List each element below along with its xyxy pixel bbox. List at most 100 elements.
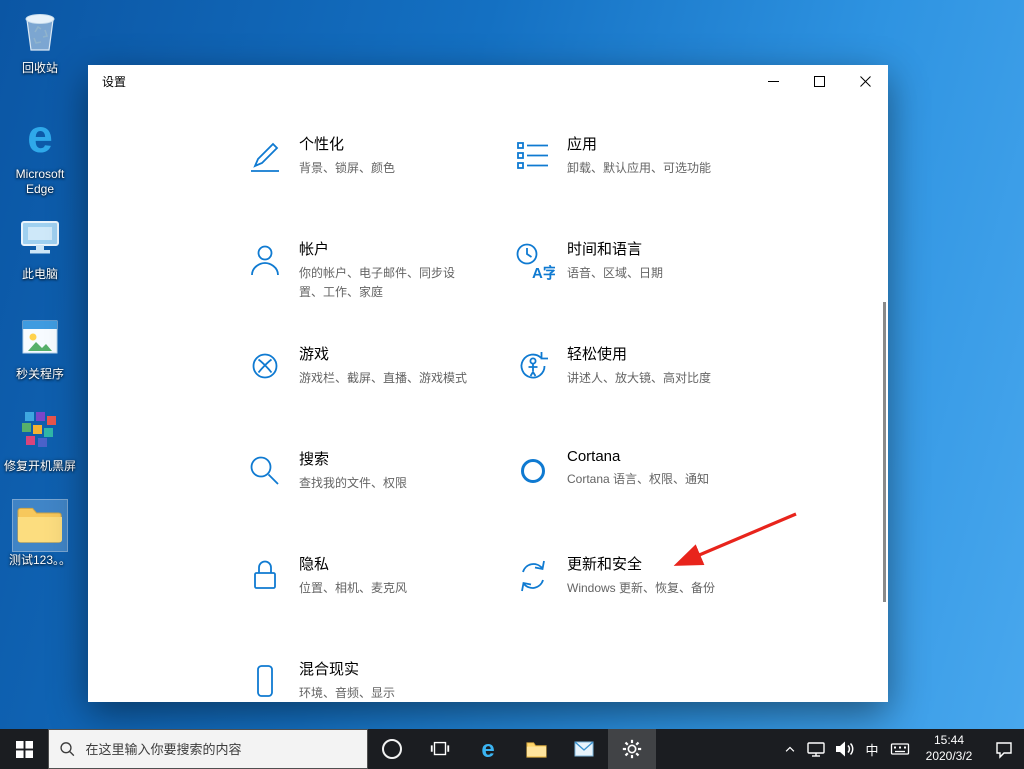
category-title: 游戏 — [299, 346, 330, 363]
category-desc: 卸载、默认应用、可选功能 — [567, 161, 712, 175]
taskbar-search-input[interactable] — [83, 740, 357, 758]
start-button[interactable] — [0, 729, 48, 769]
svg-text:e: e — [481, 736, 494, 762]
category-apps[interactable]: 应用 卸载、默认应用、可选功能 — [511, 133, 779, 238]
category-title: 帐户 — [299, 241, 330, 258]
settings-category-grid: 个性化 背景、锁屏、颜色 应用 卸载、默认应用、可选功能 帐户 你的帐户、电子邮… — [243, 133, 779, 763]
app-window-icon — [15, 312, 65, 365]
minimize-icon — [767, 80, 779, 82]
category-text: 混合现实 环境、音频、显示 — [299, 658, 395, 703]
taskbar-explorer-button[interactable] — [512, 729, 560, 769]
desktop-icon-label: 修复开机黑屏 — [4, 459, 77, 473]
cortana-circle-icon — [382, 739, 402, 759]
taskbar-mail-button[interactable] — [560, 729, 608, 769]
scrollbar-thumb[interactable] — [883, 302, 886, 602]
category-title: 时间和语言 — [567, 241, 643, 258]
category-gaming[interactable]: 游戏 游戏栏、截屏、直播、游戏模式 — [243, 343, 511, 448]
category-text: 帐户 你的帐户、电子邮件、同步设置、工作、家庭 — [299, 238, 475, 301]
mail-icon — [574, 741, 594, 757]
cortana-button[interactable] — [368, 729, 416, 769]
category-accounts[interactable]: 帐户 你的帐户、电子邮件、同步设置、工作、家庭 — [243, 238, 511, 343]
ease-of-access-icon — [520, 352, 548, 379]
mixed-reality-icon — [257, 665, 273, 697]
category-text: 隐私 位置、相机、麦克风 — [299, 553, 407, 598]
category-text: 个性化 背景、锁屏、颜色 — [299, 133, 395, 178]
category-text: 轻松使用 讲述人、放大镜、高对比度 — [567, 343, 711, 388]
folder-icon — [12, 499, 68, 552]
gear-icon — [622, 739, 642, 759]
close-button[interactable] — [842, 65, 888, 97]
search-icon — [250, 456, 279, 485]
accounts-icon — [251, 245, 279, 276]
desktop-icon-fix-blackscreen[interactable]: 修复开机黑屏 — [4, 404, 76, 474]
svg-text:A字: A字 — [532, 264, 555, 282]
desktop-icon-label: Microsoft Edge — [15, 167, 65, 196]
category-cortana[interactable]: Cortana Cortana 语言、权限、通知 — [511, 448, 779, 553]
desktop-icon-recycle-bin[interactable]: 回收站 — [4, 6, 76, 76]
category-text: 应用 卸载、默认应用、可选功能 — [567, 133, 711, 178]
category-desc: 查找我的文件、权限 — [299, 476, 408, 490]
speaker-icon — [836, 741, 854, 757]
category-update-security[interactable]: 更新和安全 Windows 更新、恢复、备份 — [511, 553, 779, 658]
category-personalization[interactable]: 个性化 背景、锁屏、颜色 — [243, 133, 511, 238]
time-language-icon: A字 — [516, 243, 555, 282]
category-desc: Cortana 语言、权限、通知 — [567, 472, 710, 486]
task-view-button[interactable] — [416, 729, 464, 769]
category-title: 个性化 — [299, 136, 345, 153]
task-view-icon — [430, 741, 450, 756]
clock-time: 15:44 — [933, 733, 965, 748]
edge-icon: e — [14, 110, 66, 165]
desktop-icon-edge[interactable]: e Microsoft Edge — [4, 110, 76, 197]
category-privacy[interactable]: 隐私 位置、相机、麦克风 — [243, 553, 511, 658]
category-desc: 位置、相机、麦克风 — [299, 581, 408, 595]
close-icon — [859, 75, 871, 87]
window-title: 设置 — [102, 74, 127, 89]
category-text: 更新和安全 Windows 更新、恢复、备份 — [567, 553, 715, 598]
category-desc: 背景、锁屏、颜色 — [299, 161, 396, 175]
maximize-icon — [813, 75, 825, 87]
notification-icon — [996, 742, 1012, 759]
category-title: 搜索 — [299, 451, 330, 468]
privacy-lock-icon — [254, 560, 276, 589]
category-title: 混合现实 — [299, 661, 360, 678]
maximize-button[interactable] — [796, 65, 842, 97]
desktop-icon-app-shutdown[interactable]: 秒关程序 — [4, 312, 76, 382]
taskbar-edge-button[interactable]: e — [464, 729, 512, 769]
taskbar-search-box[interactable] — [48, 729, 368, 769]
category-text: Cortana Cortana 语言、权限、通知 — [567, 448, 709, 489]
tray-network-button[interactable] — [802, 729, 830, 769]
settings-window: 设置 个性化 背景、锁屏、颜色 应用 卸载、默认应用、可选功能 帐户 你的帐户、… — [88, 65, 888, 702]
tray-show-hidden-icons-button[interactable] — [778, 729, 802, 769]
category-time-language[interactable]: A字 时间和语言 语音、区域、日期 — [511, 238, 779, 343]
taskbar-settings-button[interactable] — [608, 729, 656, 769]
personalization-icon — [251, 142, 279, 172]
edge-icon: e — [481, 736, 494, 762]
window-titlebar: 设置 — [88, 65, 888, 97]
tray-clock[interactable]: 15:44 2020/3/2 — [914, 729, 984, 769]
category-text: 搜索 查找我的文件、权限 — [299, 448, 407, 493]
desktop-icon-test-folder[interactable]: 测试123。。 — [4, 499, 76, 568]
cortana-icon — [521, 459, 545, 483]
category-title: 更新和安全 — [567, 556, 643, 573]
chevron-up-icon — [785, 746, 795, 752]
update-security-sync-icon — [521, 560, 545, 592]
tray-volume-button[interactable] — [830, 729, 858, 769]
category-desc: Windows 更新、恢复、备份 — [567, 581, 716, 595]
this-pc-icon — [15, 212, 65, 265]
category-search[interactable]: 搜索 查找我的文件、权限 — [243, 448, 511, 553]
pixel-app-icon — [15, 404, 65, 457]
desktop-icon-this-pc[interactable]: 此电脑 — [4, 212, 76, 282]
category-desc: 你的帐户、电子邮件、同步设置、工作、家庭 — [299, 266, 456, 299]
category-ease-of-access[interactable]: 轻松使用 讲述人、放大镜、高对比度 — [511, 343, 779, 448]
category-title: 隐私 — [299, 556, 330, 573]
minimize-button[interactable] — [750, 65, 796, 97]
tray-touch-keyboard-button[interactable] — [886, 729, 914, 769]
category-desc: 游戏栏、截屏、直播、游戏模式 — [299, 371, 468, 385]
folder-icon — [525, 741, 547, 758]
recycle-bin-icon — [15, 6, 65, 59]
network-icon — [807, 742, 825, 757]
action-center-button[interactable] — [984, 729, 1024, 769]
category-desc: 环境、音频、显示 — [299, 686, 396, 700]
tray-ime-button[interactable]: 中 — [858, 729, 886, 769]
desktop-icon-label: 回收站 — [21, 61, 58, 75]
